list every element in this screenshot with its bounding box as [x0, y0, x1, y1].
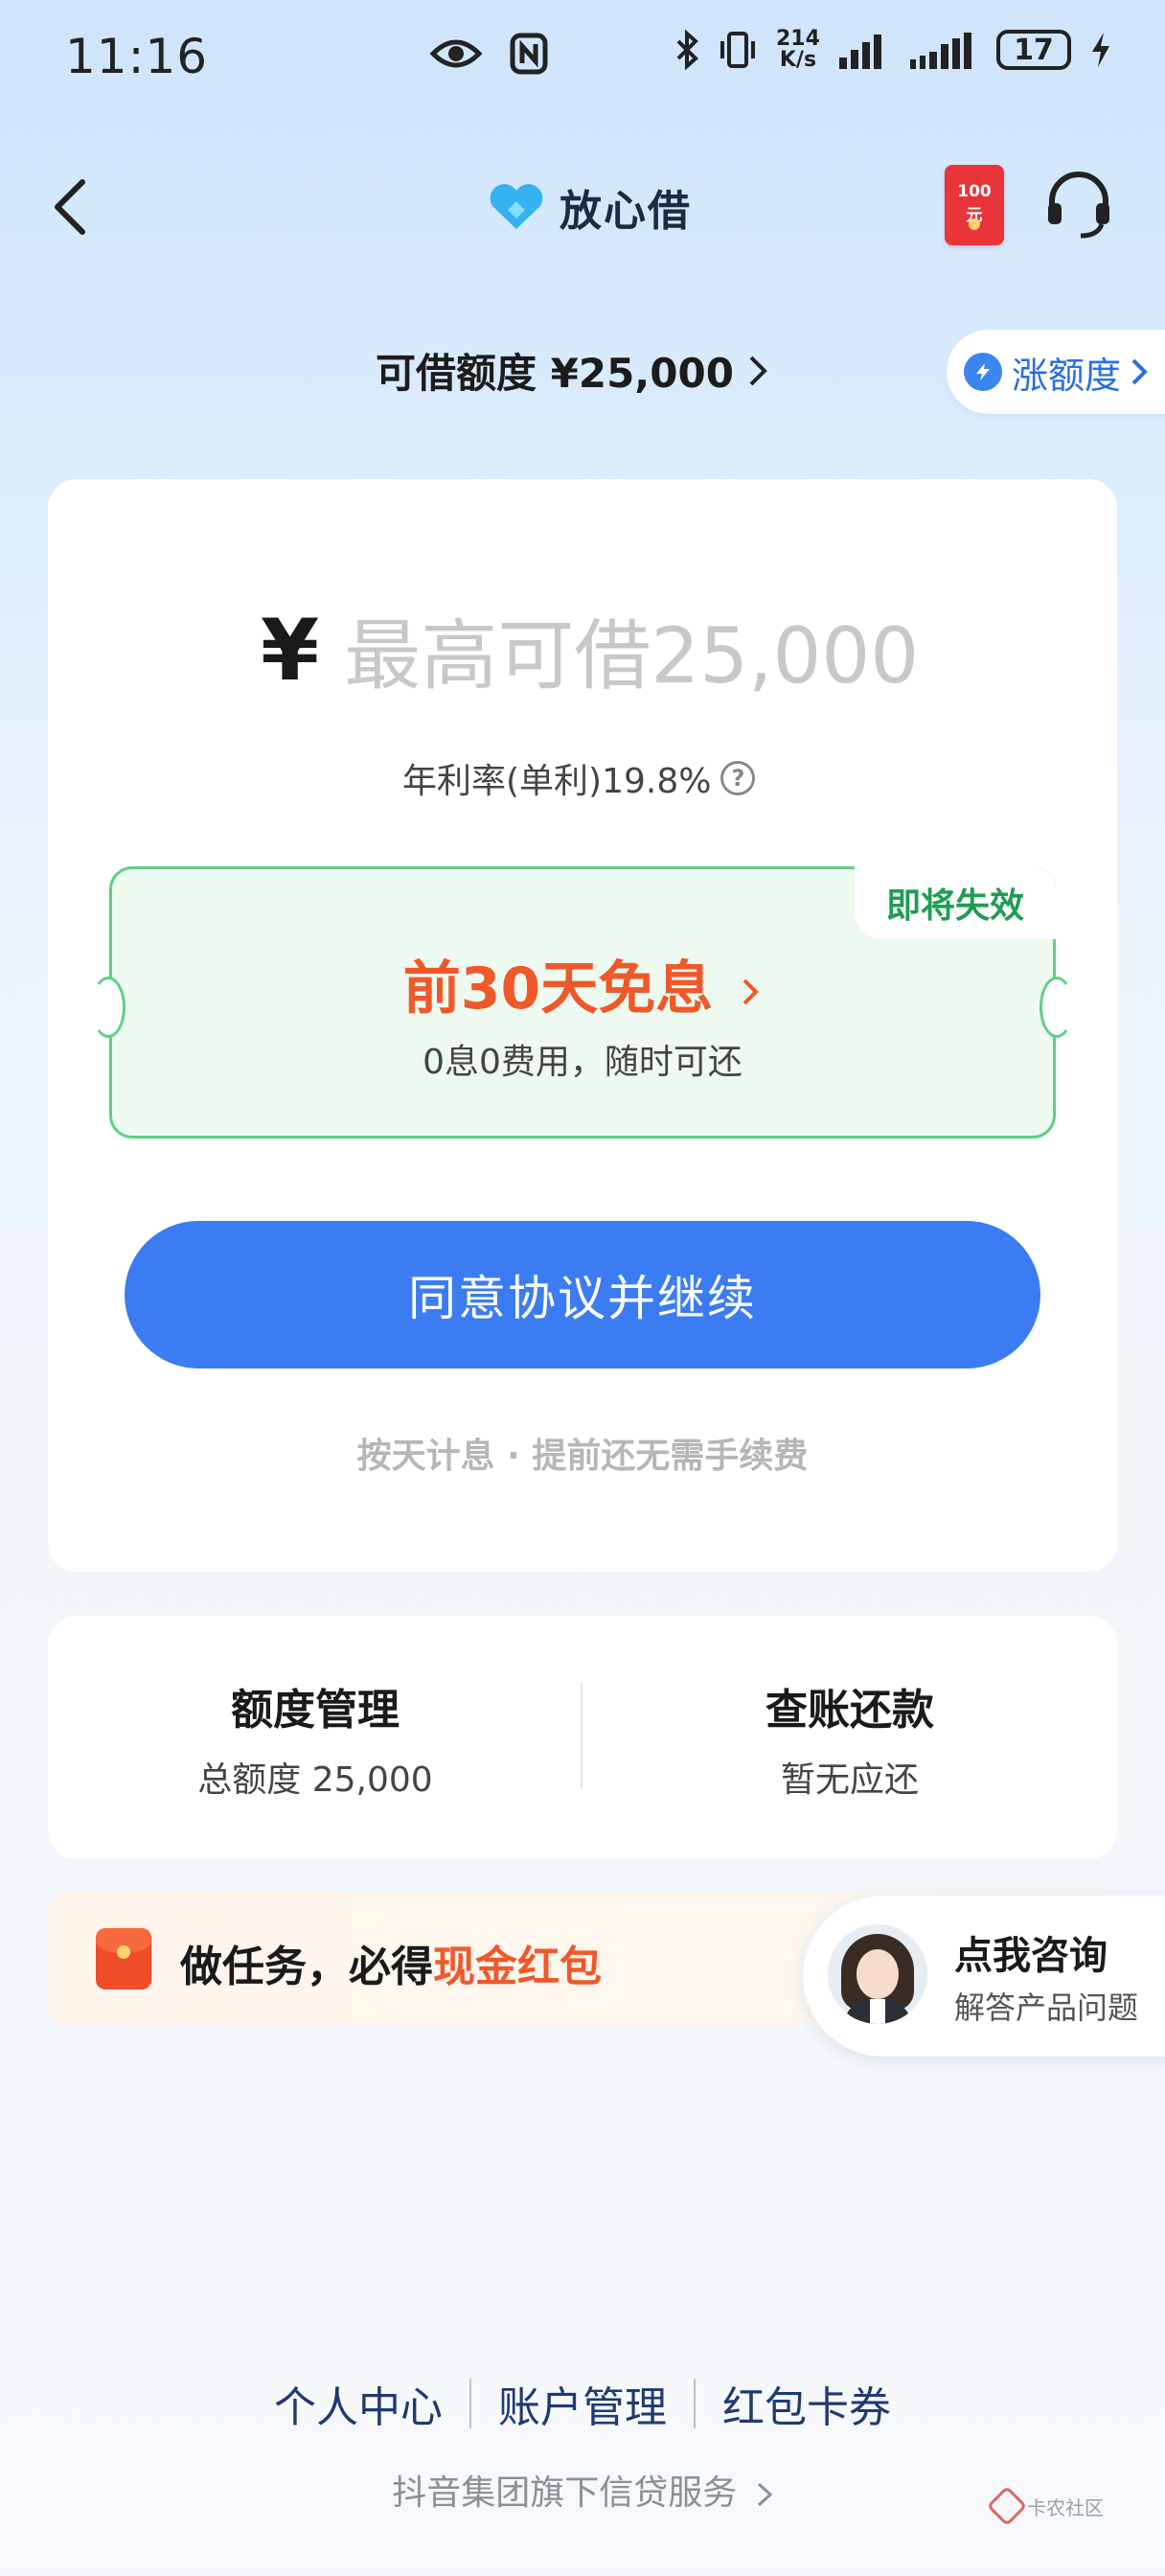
- app-logo: 放心借: [487, 176, 692, 238]
- task-text-main: 做任务，必得: [180, 1943, 433, 1991]
- account-summary-card: 额度管理 总额度 25,000 查账还款 暂无应还: [48, 1616, 1117, 1859]
- battery-indicator: 17: [995, 30, 1071, 70]
- amount-input[interactable]: ¥ 最高可借25,000: [261, 594, 919, 705]
- arrow-up-icon: [964, 353, 1002, 391]
- expiring-badge: 即将失效: [855, 866, 1056, 939]
- watermark-text: 卡农社区: [1027, 2496, 1104, 2519]
- back-arrow-icon[interactable]: [42, 169, 100, 245]
- quota-total: 总额度 25,000: [197, 1760, 433, 1800]
- interest-rate-text: 年利率(单利)19.8%: [402, 762, 712, 801]
- nfc-icon: [510, 33, 548, 75]
- amount-placeholder: 最高可借25,000: [344, 611, 920, 701]
- envelope-seal: [117, 1945, 130, 1959]
- promo-title-text: 前30天免息: [402, 955, 714, 1023]
- avatar-face: [857, 1949, 899, 1999]
- eye-icon: [429, 39, 483, 68]
- chevron-right-icon: [742, 978, 760, 1005]
- footer-link-coupons[interactable]: 红包卡券: [696, 2373, 918, 2434]
- headset-icon[interactable]: [1042, 169, 1115, 242]
- bill-repayment[interactable]: 查账还款 暂无应还: [582, 1675, 1117, 1802]
- speed-value: 214: [776, 27, 820, 51]
- speed-unit: K/s: [779, 48, 817, 72]
- red-envelope-icon: [96, 1928, 151, 1990]
- advisor-avatar: [828, 1924, 927, 2024]
- app-title: 放心借: [560, 187, 692, 236]
- redpacket-dot: [969, 218, 980, 230]
- network-speed: 214 K/s: [776, 29, 820, 71]
- raise-limit-label: 涨额度: [1012, 354, 1122, 397]
- interest-free-promo[interactable]: 即将失效 前30天免息 0息0费用，随时可还: [91, 866, 1074, 1138]
- signal-icon-2: [909, 33, 971, 69]
- watermark-logo-icon: [986, 2485, 1028, 2527]
- chevron-right-icon: [749, 356, 767, 385]
- promo-subtitle: 0息0费用，随时可还: [423, 1043, 742, 1082]
- charging-icon: [1091, 33, 1109, 67]
- task-text: 做任务，必得现金红包: [180, 1932, 602, 1993]
- chevron-right-icon: [757, 2482, 772, 2507]
- consult-subtitle: 解答产品问题: [954, 1990, 1139, 2026]
- help-icon[interactable]: ?: [720, 761, 756, 795]
- currency-symbol: ¥: [261, 600, 320, 700]
- credit-limit-text: 可借额度 ¥25,000: [376, 350, 734, 397]
- footer-links: 个人中心 账户管理 红包卡券: [0, 2373, 1165, 2434]
- bill-title: 查账还款: [765, 1686, 934, 1735]
- vibrate-icon: [720, 32, 755, 68]
- watermark: 卡农社区: [986, 2485, 1104, 2527]
- consult-title: 点我咨询: [954, 1934, 1108, 1978]
- promo-title: 前30天免息: [112, 942, 1053, 1025]
- agree-note: 按天计息 · 提前还无需手续费: [356, 1437, 809, 1476]
- footer-link-account-management[interactable]: 账户管理: [471, 2373, 694, 2434]
- interest-rate: 年利率(单利)19.8% ?: [402, 753, 756, 803]
- raise-limit-button[interactable]: 涨额度: [947, 330, 1165, 414]
- redpacket-icon[interactable]: 100元: [945, 165, 1004, 245]
- status-right: 214 K/s 17: [674, 29, 1111, 71]
- agree-continue-button[interactable]: 同意协议并继续: [125, 1221, 1040, 1368]
- bill-status: 暂无应还: [780, 1760, 919, 1800]
- signal-icon: [838, 34, 881, 69]
- status-time: 11:16: [65, 29, 209, 84]
- status-indicators: [429, 33, 548, 75]
- consult-widget[interactable]: 点我咨询 解答产品问题: [803, 1896, 1165, 2057]
- credit-limit-link[interactable]: 可借额度 ¥25,000: [376, 341, 768, 400]
- footer-link-personal-center[interactable]: 个人中心: [247, 2373, 469, 2434]
- quota-title: 额度管理: [231, 1686, 400, 1735]
- footer-note-text: 抖音集团旗下信贷服务: [392, 2473, 738, 2513]
- heart-logo-icon: [490, 184, 543, 229]
- bluetooth-icon: [676, 30, 698, 70]
- avatar-collar: [870, 1999, 885, 2024]
- status-bar: 11:16 214 K/s 17: [0, 0, 1165, 115]
- task-highlight: 现金红包: [433, 1943, 602, 1991]
- chevron-right-icon: [1131, 358, 1148, 385]
- quota-management[interactable]: 额度管理 总额度 25,000: [48, 1675, 582, 1802]
